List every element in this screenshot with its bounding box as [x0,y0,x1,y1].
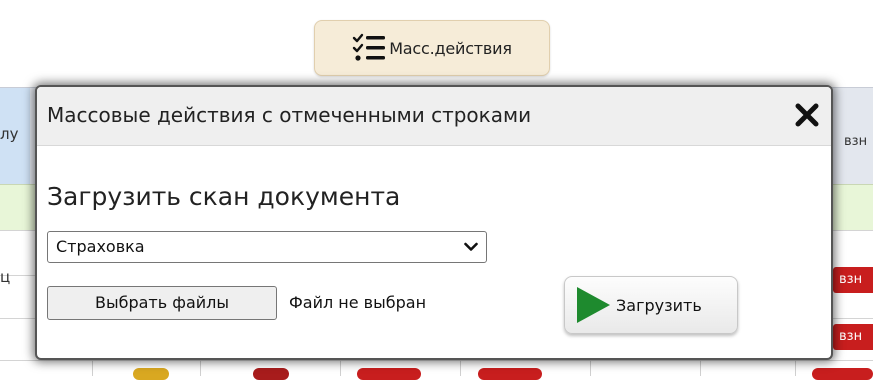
file-status-text: Файл не выбран [289,293,427,312]
close-icon[interactable] [791,99,823,131]
document-type-select[interactable]: Страховка [47,231,487,263]
table-divider [340,360,341,376]
mass-actions-button[interactable]: Масс.действия [314,20,550,76]
status-pill[interactable] [812,368,873,380]
status-pill[interactable] [357,368,421,380]
upload-label: Загрузить [616,295,702,315]
table-divider [460,360,461,376]
table-divider [795,360,796,376]
dialog-title: Массовые действия с отмеченными строками [47,103,532,127]
table-divider [590,360,591,376]
checklist-icon [353,33,386,61]
upload-scan-heading: Загрузить скан документа [47,182,401,211]
document-type-selected: Страховка [56,237,145,256]
upload-button[interactable]: Загрузить [564,276,738,334]
table-header-left-text: лу [0,125,19,143]
dialog-header: Массовые действия с отмеченными строками [37,87,831,146]
table-divider [700,360,701,376]
status-pill[interactable] [478,368,542,380]
table-divider [200,360,201,376]
play-icon [577,287,610,323]
table-row[interactable] [0,360,873,377]
status-badge[interactable]: взн [833,324,873,350]
table-divider [92,360,93,376]
status-badge[interactable]: взн [833,267,873,293]
status-pill[interactable] [133,368,169,380]
mass-actions-label: Масс.действия [389,38,512,58]
chevron-down-icon [464,242,478,251]
table-cell-left-text: ц [0,268,11,286]
table-header-right-text: взн [844,134,868,149]
choose-files-button[interactable]: Выбрать файлы [47,286,277,320]
status-pill[interactable] [253,368,289,380]
mass-actions-dialog: Массовые действия с отмеченными строками… [35,85,833,360]
